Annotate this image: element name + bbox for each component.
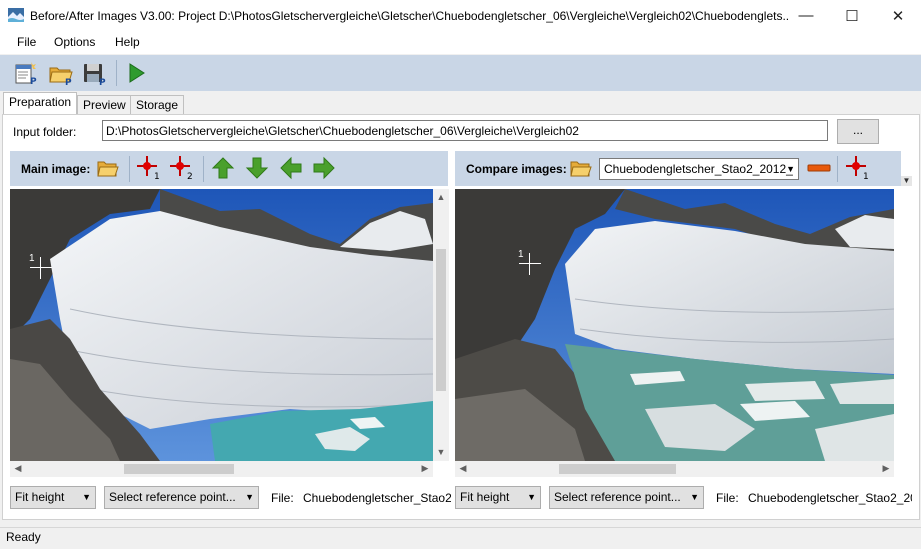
svg-text:2: 2 [187,172,193,180]
separator [837,156,838,182]
status-text: Ready [6,530,41,544]
chevron-down-icon: ▼ [82,492,91,502]
remove-icon[interactable] [807,156,831,180]
menu-options[interactable]: Options [54,35,95,49]
compare-image[interactable]: 1 [455,189,894,461]
maximize-button[interactable]: ☐ [829,0,875,31]
scroll-down-icon[interactable]: ▼ [433,447,449,457]
chevron-down-icon: ▼ [245,492,254,502]
main-horizontal-scrollbar[interactable]: ◀ ▶ [10,461,433,477]
toolbar-separator [116,60,117,86]
compare-glacier-photo [455,189,894,461]
run-icon[interactable] [124,60,150,86]
svg-text:P: P [30,77,37,86]
chevron-down-icon: ▼ [786,164,795,174]
main-reference-point-select[interactable]: Select reference point... ▼ [104,486,259,509]
open-folder-icon[interactable] [96,156,120,180]
crosshair-marker: 1 [518,249,541,275]
compare-file-label: File: [716,491,739,505]
toolbar-overflow-icon[interactable]: ▼ [901,176,912,186]
compare-reference-point-select[interactable]: Select reference point... ▼ [549,486,704,509]
separator [203,156,204,182]
crosshair-marker: 1 [29,253,52,279]
main-image[interactable]: 1 [10,189,433,461]
open-project-icon[interactable]: P [48,60,74,86]
chevron-down-icon: ▼ [527,492,536,502]
new-project-icon[interactable]: P [13,60,39,86]
status-bar [0,527,921,549]
main-reference-point-value: Select reference point... [109,490,236,504]
svg-text:1: 1 [154,172,160,180]
input-folder-field[interactable]: D:\PhotosGletschervergleiche\Gletscher\C… [102,120,828,141]
scroll-thumb[interactable] [559,464,676,474]
scroll-thumb[interactable] [124,464,234,474]
compare-image-select-value: Chuebodengletscher_Stao2_2012_ [604,162,793,176]
main-view-mode-select[interactable]: Fit height ▼ [10,486,96,509]
main-file-name: Chuebodengletscher_Stao2_ [303,491,451,505]
arrow-right-icon[interactable] [312,156,336,180]
compare-view-mode-value: Fit height [460,490,510,504]
open-folder-icon[interactable] [569,156,593,180]
compare-image-select[interactable]: Chuebodengletscher_Stao2_2012_ ▼ [599,158,799,180]
scroll-left-icon[interactable]: ◀ [455,463,471,474]
close-button[interactable]: ✕ [875,0,921,31]
compare-file-name: Chuebodengletscher_Stao2_201 [748,491,912,505]
scroll-right-icon[interactable]: ▶ [878,463,894,474]
main-vertical-scrollbar[interactable]: ▲ ▼ [433,189,449,461]
scroll-thumb[interactable] [436,249,446,391]
set-point-1-icon[interactable]: 1 [846,156,870,180]
scroll-up-icon[interactable]: ▲ [433,192,449,202]
browse-folder-button[interactable]: ... [837,119,879,144]
tab-preview[interactable]: Preview [77,95,132,115]
compare-marker-label: 1 [518,249,524,260]
svg-text:P: P [65,78,72,86]
menu-file[interactable]: File [17,35,36,49]
set-point-1-icon[interactable]: 1 [137,156,161,180]
compare-reference-point-value: Select reference point... [554,490,681,504]
main-marker-label: 1 [29,253,35,264]
main-file-label: File: [271,491,294,505]
compare-horizontal-scrollbar[interactable]: ◀ ▶ [455,461,894,477]
tab-storage[interactable]: Storage [130,95,185,115]
svg-text:1: 1 [863,172,869,180]
scroll-right-icon[interactable]: ▶ [417,463,433,474]
separator [129,156,130,182]
chevron-down-icon: ▼ [690,492,699,502]
menu-help[interactable]: Help [115,35,140,49]
tab-preparation[interactable]: Preparation [3,92,78,115]
scroll-left-icon[interactable]: ◀ [10,463,26,474]
set-point-2-icon[interactable]: 2 [170,156,194,180]
arrow-down-icon[interactable] [245,156,269,180]
input-folder-label: Input folder: [13,125,77,139]
compare-images-label: Compare images: [466,162,567,176]
window-title: Before/After Images V3.00: Project D:\Ph… [30,9,790,23]
svg-text:P: P [99,78,106,86]
main-glacier-photo [10,189,433,461]
save-project-icon[interactable]: P [82,60,108,86]
compare-view-mode-select[interactable]: Fit height ▼ [455,486,541,509]
app-icon [8,8,24,22]
main-view-mode-value: Fit height [15,490,65,504]
main-image-label: Main image: [21,162,91,176]
minimize-button[interactable]: — [783,0,829,31]
arrow-left-icon[interactable] [279,156,303,180]
arrow-up-icon[interactable] [211,156,235,180]
